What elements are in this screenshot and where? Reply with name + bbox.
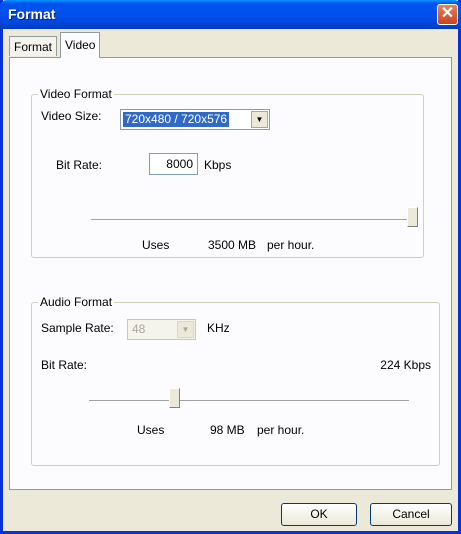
audio-uses-value: 98 MB [210,423,245,437]
tab-panel-video: Video Format Video Size: 720x480 / 720x5… [9,57,452,490]
tab-format[interactable]: Format [9,36,58,56]
audio-format-legend: Audio Format [38,295,115,309]
sample-rate-label: Sample Rate: [41,321,114,335]
sample-rate-value: 48 [132,322,146,336]
close-button[interactable]: ✕ [437,4,458,25]
audio-uses-suffix: per hour. [257,423,305,437]
video-uses-label: Uses [142,238,170,252]
video-size-select[interactable]: 720x480 / 720x576 ▼ [120,109,270,130]
video-uses-suffix: per hour. [267,238,315,252]
video-format-legend: Video Format [38,87,114,101]
audio-bitrate-value: 224 Kbps [380,358,431,372]
audio-bitrate-slider-thumb[interactable] [169,388,181,408]
title-bar[interactable]: Format ✕ [0,0,461,29]
video-bitrate-slider-thumb[interactable] [407,207,418,227]
audio-bitrate-label: Bit Rate: [41,358,88,372]
video-uses-value: 3500 MB [208,238,257,252]
audio-uses-label: Uses [137,423,165,437]
window-title: Format [8,6,56,22]
video-format-group: Video Format Video Size: 720x480 / 720x5… [31,87,424,258]
ok-button[interactable]: OK [281,503,357,526]
cancel-button[interactable]: Cancel [370,503,452,526]
chevron-down-icon[interactable]: ▼ [177,321,194,338]
video-size-label: Video Size: [41,109,102,123]
sample-rate-select[interactable]: 48 ▼ [127,319,196,340]
video-bitrate-unit: Kbps [204,158,232,172]
video-bitrate-input[interactable]: 8000 [149,153,198,175]
audio-format-group: Audio Format Sample Rate: 48 ▼ KHz Bit R… [31,295,440,466]
sample-rate-unit: KHz [207,321,230,335]
video-size-value: 720x480 / 720x576 [123,112,230,127]
chevron-down-icon[interactable]: ▼ [251,111,268,128]
format-dialog: Format ✕ Format Video Video Format Video… [0,0,461,534]
audio-bitrate-slider-track[interactable] [89,400,409,402]
video-bitrate-slider-track[interactable] [91,219,413,221]
video-bitrate-label: Bit Rate: [56,158,103,172]
tab-video[interactable]: Video [60,32,101,58]
